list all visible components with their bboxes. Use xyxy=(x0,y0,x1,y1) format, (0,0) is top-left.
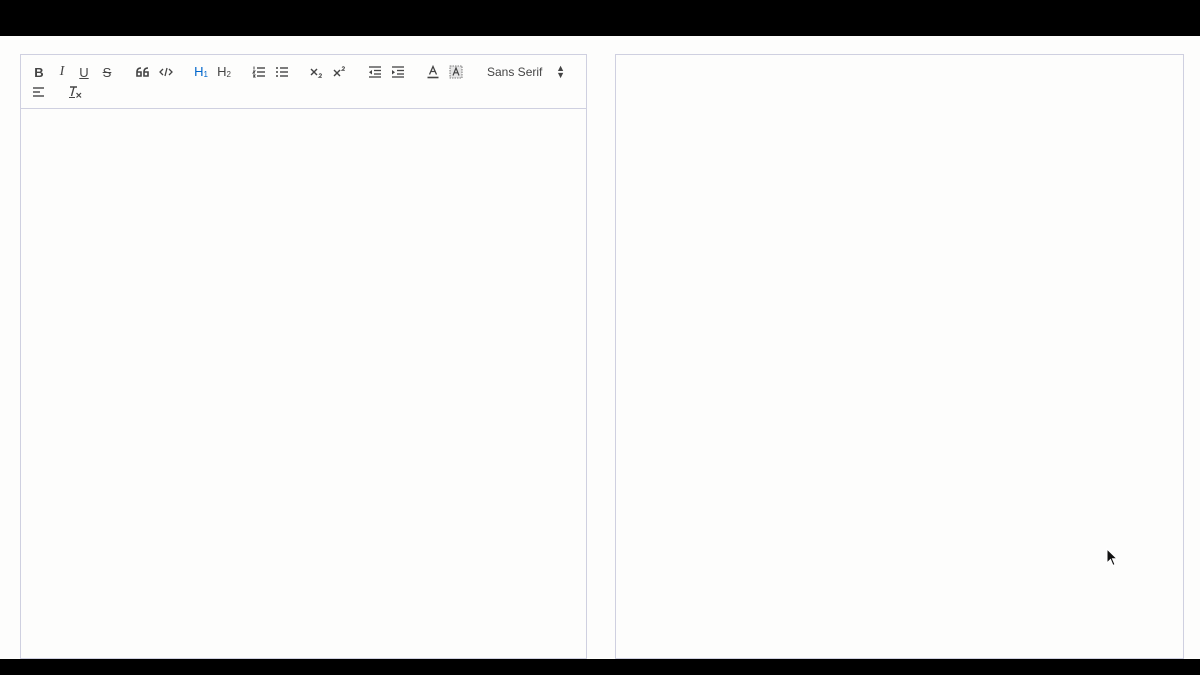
code-block-icon xyxy=(159,67,173,77)
background-color-button[interactable] xyxy=(446,63,466,81)
bullet-list-button[interactable] xyxy=(272,63,292,81)
text-color-icon xyxy=(427,65,439,79)
align-button[interactable] xyxy=(29,83,49,101)
mouse-cursor-icon xyxy=(1106,548,1118,567)
header-2-icon: H2 xyxy=(217,64,231,79)
strike-icon: S xyxy=(102,64,112,80)
outdent-icon xyxy=(369,66,381,78)
bold-button[interactable]: B xyxy=(29,63,49,81)
subscript-icon xyxy=(310,68,322,78)
font-family-select[interactable]: Sans Serif ▲ ▼ xyxy=(487,63,569,81)
bottom-black-bar xyxy=(0,659,1200,675)
indent-button[interactable] xyxy=(388,63,408,81)
header-2-button[interactable]: H2 xyxy=(214,63,234,81)
subscript-button[interactable] xyxy=(307,63,327,81)
font-family-value: Sans Serif xyxy=(487,65,543,79)
code-block-button[interactable] xyxy=(156,63,176,81)
italic-button[interactable]: I xyxy=(52,63,72,81)
ordered-list-icon xyxy=(252,66,265,78)
superscript-button[interactable] xyxy=(330,63,350,81)
bold-icon: B xyxy=(34,64,44,80)
rich-text-editor: B I U S H1 H2 Sans Serif ▲ ▼ xyxy=(20,54,587,659)
bullet-list-icon xyxy=(276,67,288,77)
header-1-icon: H1 xyxy=(194,64,208,79)
italic-icon: I xyxy=(59,64,65,79)
blockquote-button[interactable] xyxy=(133,63,153,81)
top-black-bar xyxy=(0,0,1200,36)
editor-toolbar: B I U S H1 H2 Sans Serif ▲ ▼ xyxy=(21,55,586,109)
editor-content-area[interactable] xyxy=(21,109,586,658)
blockquote-icon xyxy=(136,67,149,77)
align-left-icon xyxy=(33,87,44,97)
underline-button[interactable]: U xyxy=(74,63,94,81)
header-1-button[interactable]: H1 xyxy=(191,63,211,81)
background-color-icon xyxy=(449,65,463,79)
ordered-list-button[interactable] xyxy=(249,63,269,81)
superscript-icon xyxy=(333,66,345,77)
strike-button[interactable]: S xyxy=(97,63,117,81)
clear-formatting-button[interactable] xyxy=(65,83,85,101)
clear-formatting-icon xyxy=(69,86,82,98)
indent-icon xyxy=(392,66,404,78)
preview-panel xyxy=(615,54,1184,659)
select-arrows-icon: ▲ ▼ xyxy=(556,63,565,80)
text-color-button[interactable] xyxy=(423,63,443,81)
outdent-button[interactable] xyxy=(365,63,385,81)
underline-icon: U xyxy=(79,64,89,80)
